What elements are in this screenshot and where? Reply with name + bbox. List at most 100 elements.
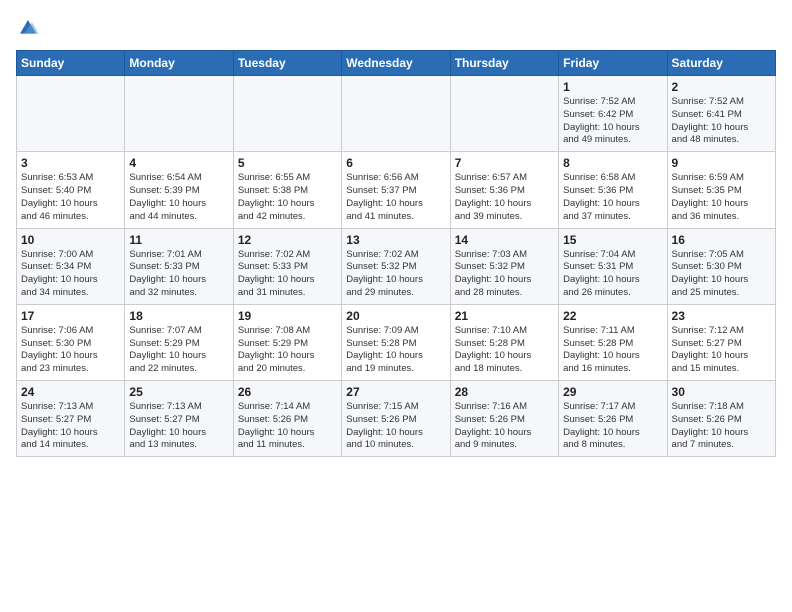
calendar-cell: 29Sunrise: 7:17 AM Sunset: 5:26 PM Dayli… xyxy=(559,381,667,457)
page-header xyxy=(16,16,776,40)
weekday-header-monday: Monday xyxy=(125,51,233,76)
day-number: 16 xyxy=(672,233,771,247)
calendar-cell: 26 Sunrise: 7:14 AM Sunset: 5:26 PM Dayli… xyxy=(233,381,341,457)
calendar-week-5: 24 Sunrise: 7:13 AM Sunset: 5:27 PM Dayli… xyxy=(17,381,776,457)
calendar-cell: 3 Sunrise: 6:53 AM Sunset: 5:40 PM Daylig… xyxy=(17,152,125,228)
calendar-cell: 1 Sunrise: 7:52 AM Sunset: 6:42 PM Daylig… xyxy=(559,76,667,152)
calendar-cell: 10Sunrise: 7:00 AM Sunset: 5:34 PM Dayli… xyxy=(17,228,125,304)
day-number: 2 xyxy=(672,80,771,94)
calendar-cell xyxy=(450,76,558,152)
calendar-cell: 6Sunrise: 6:56 AM Sunset: 5:37 PM Daylig… xyxy=(342,152,450,228)
day-info: Sunrise: 7:00 AM Sunset: 5:34 PM Dayligh… xyxy=(21,249,120,300)
day-info: Sunrise: 6:55 AM Sunset: 5:38 PM Dayligh… xyxy=(238,172,337,223)
day-info: Sunrise: 7:06 AM Sunset: 5:30 PM Dayligh… xyxy=(21,325,120,376)
day-info: Sunrise: 7:05 AM Sunset: 5:30 PM Dayligh… xyxy=(672,249,771,300)
calendar-cell: 4 Sunrise: 6:54 AM Sunset: 5:39 PM Daylig… xyxy=(125,152,233,228)
calendar-cell: 7 Sunrise: 6:57 AM Sunset: 5:36 PM Daylig… xyxy=(450,152,558,228)
day-info: Sunrise: 6:53 AM Sunset: 5:40 PM Dayligh… xyxy=(21,172,120,223)
day-info: Sunrise: 7:02 AM Sunset: 5:32 PM Dayligh… xyxy=(346,249,445,300)
day-number: 28 xyxy=(455,385,554,399)
day-number: 15 xyxy=(563,233,662,247)
day-number: 19 xyxy=(238,309,337,323)
day-number: 12 xyxy=(238,233,337,247)
calendar-cell: 16 Sunrise: 7:05 AM Sunset: 5:30 PM Dayli… xyxy=(667,228,775,304)
day-info: Sunrise: 7:10 AM Sunset: 5:28 PM Dayligh… xyxy=(455,325,554,376)
day-info: Sunrise: 6:57 AM Sunset: 5:36 PM Dayligh… xyxy=(455,172,554,223)
calendar-cell: 12 Sunrise: 7:02 AM Sunset: 5:33 PM Dayli… xyxy=(233,228,341,304)
day-number: 6 xyxy=(346,156,445,170)
calendar-table: SundayMondayTuesdayWednesdayThursdayFrid… xyxy=(16,50,776,457)
day-number: 27 xyxy=(346,385,445,399)
day-info: Sunrise: 7:12 AM Sunset: 5:27 PM Dayligh… xyxy=(672,325,771,376)
day-info: Sunrise: 7:09 AM Sunset: 5:28 PM Dayligh… xyxy=(346,325,445,376)
calendar-cell: 2 Sunrise: 7:52 AM Sunset: 6:41 PM Daylig… xyxy=(667,76,775,152)
logo-icon xyxy=(16,16,40,40)
day-info: Sunrise: 7:52 AM Sunset: 6:41 PM Dayligh… xyxy=(672,96,771,147)
day-number: 14 xyxy=(455,233,554,247)
calendar-cell: 11 Sunrise: 7:01 AM Sunset: 5:33 PM Dayli… xyxy=(125,228,233,304)
day-number: 11 xyxy=(129,233,228,247)
day-number: 4 xyxy=(129,156,228,170)
day-info: Sunrise: 7:02 AM Sunset: 5:33 PM Dayligh… xyxy=(238,249,337,300)
day-info: Sunrise: 7:11 AM Sunset: 5:28 PM Dayligh… xyxy=(563,325,662,376)
day-number: 20 xyxy=(346,309,445,323)
day-number: 25 xyxy=(129,385,228,399)
calendar-week-3: 10Sunrise: 7:00 AM Sunset: 5:34 PM Dayli… xyxy=(17,228,776,304)
calendar-cell: 9 Sunrise: 6:59 AM Sunset: 5:35 PM Daylig… xyxy=(667,152,775,228)
day-number: 17 xyxy=(21,309,120,323)
day-number: 24 xyxy=(21,385,120,399)
calendar-cell: 8 Sunrise: 6:58 AM Sunset: 5:36 PM Daylig… xyxy=(559,152,667,228)
weekday-header-wednesday: Wednesday xyxy=(342,51,450,76)
day-number: 18 xyxy=(129,309,228,323)
weekday-header-thursday: Thursday xyxy=(450,51,558,76)
calendar-cell: 19 Sunrise: 7:08 AM Sunset: 5:29 PM Dayli… xyxy=(233,304,341,380)
calendar-cell: 15 Sunrise: 7:04 AM Sunset: 5:31 PM Dayli… xyxy=(559,228,667,304)
day-info: Sunrise: 7:17 AM Sunset: 5:26 PM Dayligh… xyxy=(563,401,662,452)
day-number: 23 xyxy=(672,309,771,323)
day-info: Sunrise: 7:01 AM Sunset: 5:33 PM Dayligh… xyxy=(129,249,228,300)
day-number: 7 xyxy=(455,156,554,170)
day-number: 3 xyxy=(21,156,120,170)
calendar-cell: 21 Sunrise: 7:10 AM Sunset: 5:28 PM Dayli… xyxy=(450,304,558,380)
logo xyxy=(16,16,44,40)
day-number: 5 xyxy=(238,156,337,170)
day-info: Sunrise: 7:04 AM Sunset: 5:31 PM Dayligh… xyxy=(563,249,662,300)
calendar-cell: 24 Sunrise: 7:13 AM Sunset: 5:27 PM Dayli… xyxy=(17,381,125,457)
calendar-cell xyxy=(233,76,341,152)
day-info: Sunrise: 7:13 AM Sunset: 5:27 PM Dayligh… xyxy=(21,401,120,452)
day-number: 30 xyxy=(672,385,771,399)
day-info: Sunrise: 7:52 AM Sunset: 6:42 PM Dayligh… xyxy=(563,96,662,147)
calendar-cell: 20 Sunrise: 7:09 AM Sunset: 5:28 PM Dayli… xyxy=(342,304,450,380)
weekday-header-sunday: Sunday xyxy=(17,51,125,76)
day-number: 22 xyxy=(563,309,662,323)
day-number: 1 xyxy=(563,80,662,94)
calendar-cell: 23 Sunrise: 7:12 AM Sunset: 5:27 PM Dayli… xyxy=(667,304,775,380)
calendar-cell xyxy=(342,76,450,152)
day-info: Sunrise: 7:18 AM Sunset: 5:26 PM Dayligh… xyxy=(672,401,771,452)
day-info: Sunrise: 6:54 AM Sunset: 5:39 PM Dayligh… xyxy=(129,172,228,223)
day-info: Sunrise: 7:03 AM Sunset: 5:32 PM Dayligh… xyxy=(455,249,554,300)
calendar-cell: 13 Sunrise: 7:02 AM Sunset: 5:32 PM Dayli… xyxy=(342,228,450,304)
day-number: 21 xyxy=(455,309,554,323)
day-info: Sunrise: 7:08 AM Sunset: 5:29 PM Dayligh… xyxy=(238,325,337,376)
day-info: Sunrise: 6:59 AM Sunset: 5:35 PM Dayligh… xyxy=(672,172,771,223)
weekday-header-tuesday: Tuesday xyxy=(233,51,341,76)
weekday-header-saturday: Saturday xyxy=(667,51,775,76)
calendar-cell: 17 Sunrise: 7:06 AM Sunset: 5:30 PM Dayli… xyxy=(17,304,125,380)
calendar-cell xyxy=(17,76,125,152)
day-number: 26 xyxy=(238,385,337,399)
day-number: 8 xyxy=(563,156,662,170)
day-info: Sunrise: 7:14 AM Sunset: 5:26 PM Dayligh… xyxy=(238,401,337,452)
calendar-cell: 30 Sunrise: 7:18 AM Sunset: 5:26 PM Dayli… xyxy=(667,381,775,457)
day-number: 13 xyxy=(346,233,445,247)
calendar-cell: 27Sunrise: 7:15 AM Sunset: 5:26 PM Dayli… xyxy=(342,381,450,457)
calendar-cell: 28 Sunrise: 7:16 AM Sunset: 5:26 PM Dayli… xyxy=(450,381,558,457)
day-info: Sunrise: 7:16 AM Sunset: 5:26 PM Dayligh… xyxy=(455,401,554,452)
weekday-header-friday: Friday xyxy=(559,51,667,76)
day-info: Sunrise: 6:58 AM Sunset: 5:36 PM Dayligh… xyxy=(563,172,662,223)
calendar-cell: 18Sunrise: 7:07 AM Sunset: 5:29 PM Dayli… xyxy=(125,304,233,380)
calendar-cell: 25Sunrise: 7:13 AM Sunset: 5:27 PM Dayli… xyxy=(125,381,233,457)
day-number: 9 xyxy=(672,156,771,170)
calendar-cell: 22 Sunrise: 7:11 AM Sunset: 5:28 PM Dayli… xyxy=(559,304,667,380)
calendar-cell: 14 Sunrise: 7:03 AM Sunset: 5:32 PM Dayli… xyxy=(450,228,558,304)
